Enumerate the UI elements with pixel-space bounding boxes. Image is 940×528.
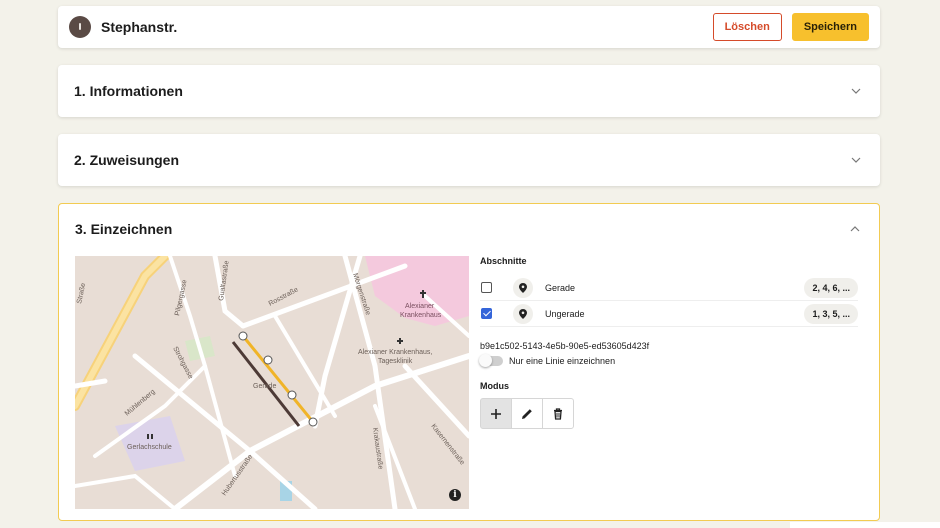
delete-button[interactable]: Löschen — [712, 13, 782, 41]
section-einzeichnen: 3. Einzeichnen Alexianer Krankenhaus Ale… — [58, 203, 880, 521]
segment-numbers-badge: 1, 3, 5, ... — [804, 303, 858, 324]
map-pin-icon[interactable] — [513, 277, 533, 298]
map-pin-icon[interactable] — [513, 303, 533, 324]
section-einzeichnen-header[interactable]: 3. Einzeichnen — [59, 204, 879, 254]
section-informationen-header[interactable]: 1. Informationen — [58, 65, 880, 117]
street-title: Stephanstr. — [101, 19, 178, 35]
map-label-gerade: Gerade — [253, 383, 276, 390]
section-title: 3. Einzeichnen — [75, 221, 173, 237]
map-label-gerlachschule: Gerlachschule — [127, 444, 172, 451]
section-informationen: 1. Informationen — [58, 65, 880, 117]
segment-row-ungerade[interactable]: Ungerade 1, 3, 5, ... — [480, 301, 858, 327]
plus-icon — [491, 408, 501, 419]
segment-row-gerade[interactable]: Gerade 2, 4, 6, ... — [480, 275, 858, 301]
segment-name: Ungerade — [545, 308, 585, 319]
delete-mode-button[interactable] — [542, 398, 574, 429]
save-button[interactable]: Speichern — [791, 13, 869, 41]
street-map[interactable]: Alexianer Krankenhaus Alexianer Krankenh… — [75, 256, 469, 509]
segment-numbers-badge: 2, 4, 6, ... — [804, 277, 858, 298]
modus-label: Modus — [480, 381, 509, 391]
mode-toolbar — [480, 398, 858, 429]
map-label-alexianer: Alexianer — [405, 303, 435, 310]
bottom-right-overlay — [790, 522, 940, 528]
segment-uuid: b9e1c502-5143-4e5b-90e5-ed53605d423f — [480, 341, 650, 351]
segment-checkbox-gerade[interactable] — [481, 282, 492, 293]
vertex-handle[interactable] — [287, 390, 297, 400]
single-line-toggle-label: Nur eine Linie einzeichnen — [509, 356, 616, 366]
segments-list: Gerade 2, 4, 6, ... Ungerade 1, 3, 5, ..… — [480, 275, 858, 327]
section-zuweisungen: 2. Zuweisungen — [58, 134, 880, 186]
map-info-icon[interactable]: i — [449, 489, 461, 501]
segments-label: Abschnitte — [480, 256, 527, 266]
street-avatar-icon — [69, 16, 91, 38]
add-mode-button[interactable] — [480, 398, 512, 429]
vertex-handle[interactable] — [263, 355, 273, 365]
section-title: 2. Zuweisungen — [74, 152, 180, 168]
chevron-down-icon[interactable] — [850, 154, 862, 166]
segments-panel: Abschnitte Gerade 2, 4, 6, ... Ungerade … — [479, 256, 858, 429]
map-label-krankenhaus: Krankenhaus — [400, 312, 442, 319]
single-line-toggle-row[interactable]: Nur eine Linie einzeichnen — [479, 354, 858, 367]
vertex-handle[interactable] — [238, 331, 248, 341]
trash-icon — [554, 407, 562, 420]
map-canvas[interactable]: Alexianer Krankenhaus Alexianer Krankenh… — [75, 256, 469, 509]
map-label-alexianer-krankenhaus: Alexianer Krankenhaus, — [358, 349, 432, 356]
map-label-tagesklinik: Tagesklinik — [378, 358, 413, 365]
section-title: 1. Informationen — [74, 83, 183, 99]
edit-mode-button[interactable] — [511, 398, 543, 429]
chevron-down-icon[interactable] — [850, 85, 862, 97]
pencil-icon — [522, 408, 532, 419]
segment-checkbox-ungerade[interactable] — [481, 308, 492, 319]
chevron-up-icon[interactable] — [849, 223, 861, 235]
section-zuweisungen-header[interactable]: 2. Zuweisungen — [58, 134, 880, 186]
toggle-knob[interactable] — [479, 354, 492, 367]
street-header-bar: Stephanstr. Löschen Speichern — [58, 6, 880, 48]
vertex-handle[interactable] — [308, 417, 318, 427]
segment-name: Gerade — [545, 282, 576, 293]
single-line-toggle[interactable] — [479, 354, 503, 367]
